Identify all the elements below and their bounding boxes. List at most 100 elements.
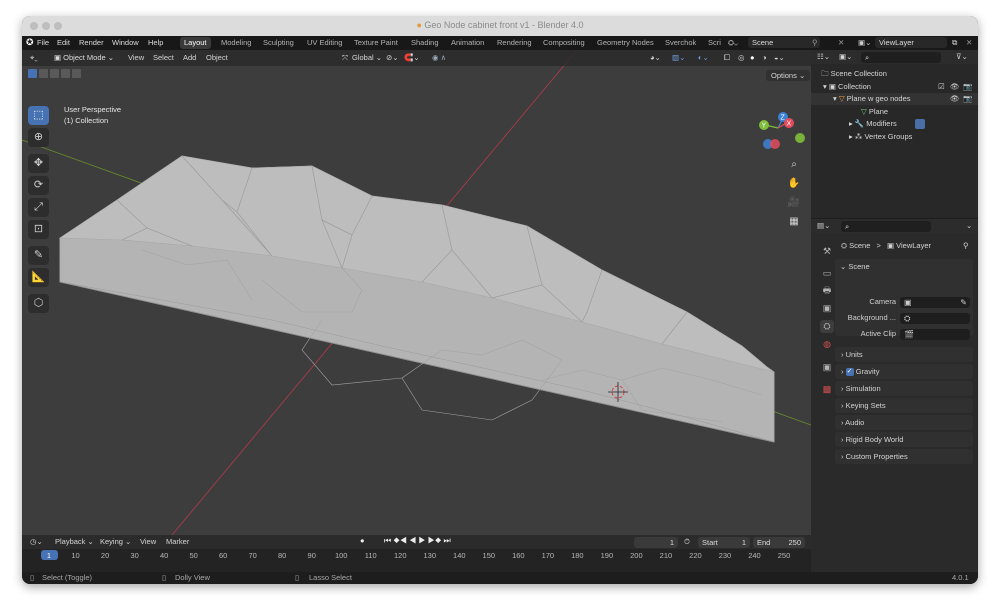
end-frame-field[interactable]: End 250 — [753, 537, 805, 548]
collection-tab-icon[interactable]: ▣ — [820, 361, 834, 374]
properties-options-icon[interactable]: ⌄ — [966, 221, 972, 230]
gravity-checkbox[interactable]: ✓ — [845, 368, 854, 377]
scene-tab-icon[interactable]: ⛭ — [820, 320, 834, 333]
tab-sverchok[interactable]: Sverchok — [661, 37, 700, 49]
tab-modeling[interactable]: Modeling — [217, 37, 255, 49]
pivot-point-icon[interactable]: ⊘⌄ — [386, 53, 399, 62]
pan-hand-icon[interactable]: ✋ — [784, 176, 804, 192]
playback-menu[interactable]: Playback ⌄ — [55, 537, 94, 546]
camera-field[interactable]: ▣ ✎ — [900, 297, 970, 308]
tab-shading[interactable]: Shading — [407, 37, 443, 49]
annotate-tool[interactable]: ✎ — [28, 246, 49, 265]
select-new-icon[interactable] — [28, 69, 37, 78]
gravity-section[interactable]: › ✓ Gravity — [835, 364, 973, 379]
remove-scene-icon[interactable]: ✕ — [838, 38, 844, 47]
world-tab-icon[interactable]: ◍ — [820, 338, 834, 351]
timeline-editor-icon[interactable]: ◷⌄ — [30, 537, 43, 546]
add-cube-tool[interactable]: ⬡ — [28, 294, 49, 313]
overlay-toggle-icon[interactable]: ◐⌄ — [698, 53, 709, 62]
menu-help[interactable]: Help — [148, 38, 163, 47]
timeline-view-menu[interactable]: View — [140, 537, 156, 546]
audio-section[interactable]: › Audio — [835, 415, 973, 430]
current-frame-field[interactable]: 1 — [634, 537, 678, 548]
tool-tab-icon[interactable]: ⚒ — [820, 245, 834, 258]
xray-toggle-icon[interactable]: ⧠ — [724, 53, 730, 63]
measure-tool[interactable]: 📐 — [28, 268, 49, 287]
transform-tool[interactable]: ⊡ — [28, 220, 49, 239]
visibility-icon[interactable]: ◕⌄ — [650, 53, 661, 62]
filter-icon[interactable]: ⊽⌄ — [956, 52, 968, 61]
tab-geometry-nodes[interactable]: Geometry Nodes — [593, 37, 658, 49]
tab-texture-paint[interactable]: Texture Paint — [350, 37, 402, 49]
marker-menu[interactable]: Marker — [166, 537, 189, 546]
tab-compositing[interactable]: Compositing — [539, 37, 589, 49]
perspective-toggle-icon[interactable]: ▦ — [784, 214, 804, 230]
wireframe-shading-icon[interactable]: ◎ — [738, 53, 745, 62]
keying-sets-section[interactable]: › Keying Sets — [835, 398, 973, 413]
cursor-tool[interactable]: ⊕ — [28, 128, 49, 147]
outliner-row-vertex-groups[interactable]: ▸ ⁂ Vertex Groups — [811, 131, 978, 143]
camera-view-icon[interactable]: 🎥 — [784, 195, 804, 211]
scene-panel-header[interactable]: ⌄ Scene — [840, 262, 870, 271]
rigid-body-world-section[interactable]: › Rigid Body World — [835, 432, 973, 447]
render-camera-icon[interactable]: 📷 — [963, 81, 972, 93]
texture-tab-icon[interactable]: ▩ — [820, 383, 834, 396]
remove-viewlayer-icon[interactable]: ✕ — [966, 38, 972, 47]
geometry-nodes-modifier-icon[interactable] — [915, 119, 925, 129]
menu-add[interactable]: Add — [183, 53, 196, 62]
material-shading-icon[interactable]: ◑ — [762, 53, 767, 62]
menu-render[interactable]: Render — [79, 38, 104, 47]
editor-type-icon[interactable]: ⌖⌄ — [30, 53, 38, 63]
stopwatch-icon[interactable]: ⏱ — [684, 537, 690, 547]
rotate-tool[interactable]: ⟳ — [28, 176, 49, 195]
outliner-row-plane-object[interactable]: ▾ ▽ Plane w geo nodes 👁 📷 — [811, 93, 978, 105]
outliner-row-modifiers[interactable]: ▸ 🔧 Modifiers — [811, 118, 978, 130]
zoom-icon[interactable]: ⌕ — [784, 157, 804, 173]
visibility-eye-icon[interactable]: 👁 — [950, 81, 960, 93]
menu-edit[interactable]: Edit — [57, 38, 70, 47]
custom-properties-section[interactable]: › Custom Properties — [835, 449, 973, 464]
properties-editor-icon[interactable]: ▤⌄ — [817, 221, 830, 230]
display-mode-icon[interactable]: ▣⌄ — [839, 52, 852, 61]
tab-rendering[interactable]: Rendering — [493, 37, 536, 49]
record-icon[interactable]: ● — [360, 536, 365, 545]
outliner-search-input[interactable]: ⌕ — [861, 52, 941, 63]
menu-file[interactable]: File — [37, 38, 49, 47]
options-dropdown[interactable]: Options ⌄ — [766, 70, 811, 81]
start-frame-field[interactable]: Start 1 — [698, 537, 750, 548]
view-layer-tab-icon[interactable]: ▣ — [820, 302, 834, 315]
rendered-shading-icon[interactable]: ◒⌄ — [774, 53, 785, 62]
new-viewlayer-icon[interactable]: ⧉ — [952, 38, 957, 48]
navigation-gizmo[interactable]: Z X Y — [752, 108, 807, 158]
outliner-row-collection[interactable]: ▾ ▣ Collection ☑ 👁 📷 — [811, 81, 978, 93]
render-tab-icon[interactable]: ▭ — [820, 267, 834, 280]
tab-animation[interactable]: Animation — [447, 37, 488, 49]
viewlayer-icon[interactable]: ▣⌄ — [858, 38, 871, 47]
select-box-tool[interactable]: ⬚ — [28, 106, 49, 125]
outliner-editor-icon[interactable]: ☷⌄ — [817, 52, 830, 61]
select-extend-icon[interactable] — [39, 69, 48, 78]
tab-layout[interactable]: Layout — [180, 37, 211, 49]
scale-tool[interactable]: ⤢ — [28, 198, 49, 217]
plane-geo-mesh[interactable] — [59, 155, 775, 443]
blender-logo-icon[interactable]: ✪ — [26, 37, 34, 48]
gizmo-toggle-icon[interactable]: ▨⌄ — [672, 53, 685, 62]
transform-orientation-icon[interactable]: ⤧ — [342, 53, 348, 63]
scene-field[interactable]: Scene — [748, 37, 820, 48]
object-visibility-eye-icon[interactable]: 👁 — [950, 93, 960, 105]
outliner-row-scene-collection[interactable]: 🗀 Scene Collection — [811, 68, 978, 80]
keying-menu[interactable]: Keying ⌄ — [100, 537, 131, 546]
eyedropper-icon[interactable]: ✎ — [960, 297, 967, 308]
active-clip-field[interactable]: 🎬 — [900, 329, 970, 340]
pin-scene-icon[interactable]: ⚲ — [812, 38, 818, 47]
proportional-edit-icon[interactable]: ◉ ∧ — [432, 53, 446, 62]
outliner-row-plane-mesh[interactable]: ▽ Plane — [811, 106, 978, 118]
output-tab-icon[interactable]: 🖶 — [820, 284, 834, 297]
playback-controls-icon[interactable]: ⏮ ◆◀ ◀ ▶ ▶◆ ⏭ — [384, 536, 451, 546]
scene-selector-icon[interactable]: ⛭⌄ — [728, 38, 738, 48]
menu-select[interactable]: Select — [153, 53, 174, 62]
properties-search-input[interactable]: ⌕ — [841, 221, 931, 232]
solid-shading-icon[interactable]: ● — [750, 53, 755, 62]
tab-sculpting[interactable]: Sculpting — [259, 37, 298, 49]
object-mode-dropdown[interactable]: ▣ Object Mode ⌄ — [50, 52, 120, 63]
